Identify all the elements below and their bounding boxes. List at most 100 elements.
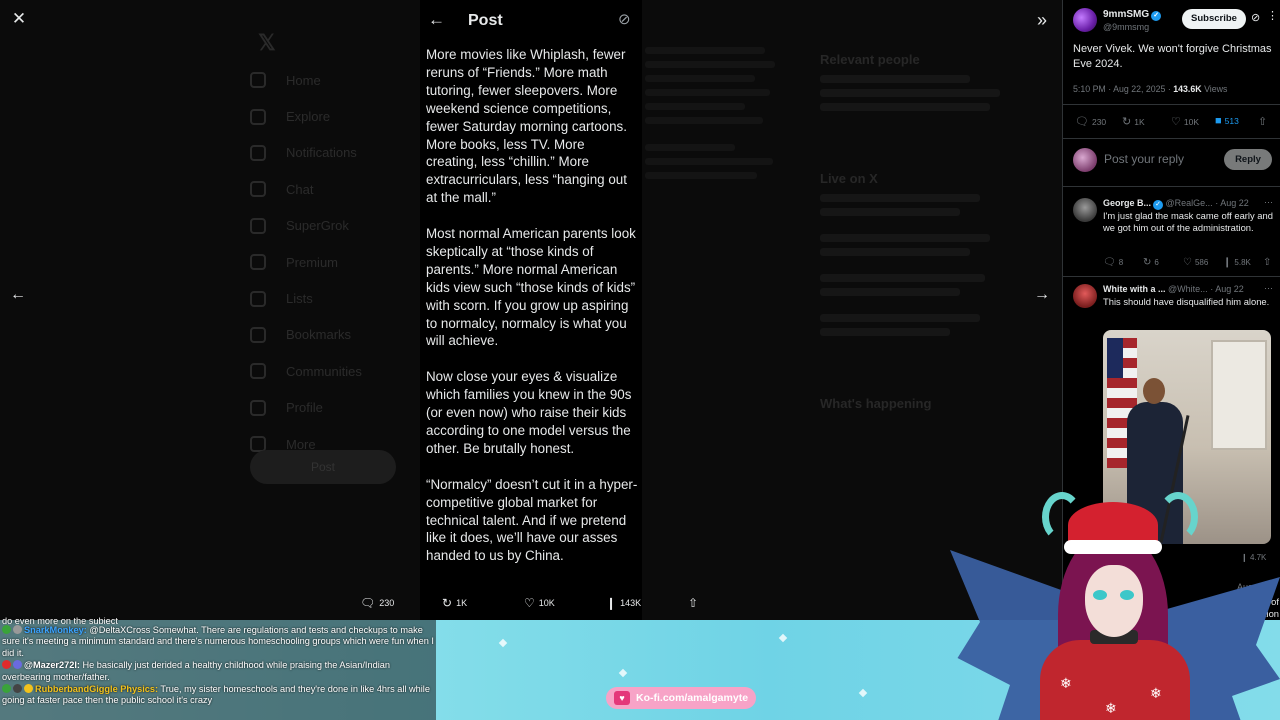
next-media-button[interactable]: → [1030,283,1054,307]
reply-header: White with a ... @White... · Aug 22 ⋯ [1103,283,1273,294]
reply-text: This should have disqualified him alone. [1103,296,1270,307]
views-button[interactable]: ❙ 143K [606,596,641,610]
avatar[interactable] [1073,198,1097,222]
share-icon: ⇧ [1263,257,1272,268]
repost-button[interactable]: ↻ 1K [442,596,467,610]
repost-icon: ↻ [442,596,453,610]
bg-nav-notifications: Notifications [250,135,410,171]
previous-media-button[interactable]: ← [6,283,30,307]
article-title: Post [468,12,503,29]
comment-icon: 🗨︎ [360,596,376,610]
bg-nav-home: Home [250,62,410,98]
post-author-header: 9mmSMG ✓ @9mmsmg Subscribe ⊘ ⋮ [1071,8,1278,34]
reply-action-bar: 🗨︎ 8 ↻ 6 ♡ 586 ❙ 5.8K ⇧ [1103,257,1275,269]
views-chart-icon: ❙ [606,596,617,610]
bg-post-button: Post [250,450,396,484]
views-button[interactable]: ❙ 5.8K [1223,257,1251,268]
badge-icon [2,684,11,694]
article-panel: ← Post ⊘ More movies like Whiplash, fewe… [420,0,642,620]
divider [1063,276,1280,277]
bookmark-icon: ■ [1215,115,1222,127]
reply-button[interactable]: 🗨︎ 230 [360,596,394,610]
share-button[interactable]: ⇧ [688,596,702,610]
close-modal-button[interactable]: ✕ [7,7,31,31]
share-icon: ⇧ [688,596,699,610]
reply-text: I'm just glad the mask came off early an… [1103,210,1273,234]
article-paragraph: “Normalcy” doesn’t cut it in a hyper-com… [426,476,638,564]
repost-icon: ↻ [1143,257,1152,268]
bg-nav-bookmarks: Bookmarks [250,317,410,353]
reply-header: George B... ✓ @RealGe... · Aug 22 ⋯ [1103,197,1273,210]
kofi-cup-icon: ♥ [614,691,630,705]
badge-icon [13,684,22,694]
stream-chat: do even more on the subject SnarkMonkey:… [0,616,436,720]
chat-message: do even more on the subject [2,616,118,624]
divider [1063,138,1280,139]
bg-nav-explore: Explore [250,98,410,134]
reply-button[interactable]: 🗨︎ 8 [1103,257,1123,268]
like-button[interactable]: ♡ 10K [1171,115,1199,128]
bg-whats-happening: What's happening [820,396,932,411]
more-options-icon[interactable]: ⋯ [1264,283,1273,294]
chat-message: @Mazer272l: He basically just derided a … [2,660,390,682]
bg-nav-profile: Profile [250,390,410,426]
repost-icon: ↻ [1122,116,1132,128]
reply-submit-button[interactable]: Reply [1224,149,1272,170]
reply-tweet[interactable]: White with a ... @White... · Aug 22 ⋯ Thi… [1073,283,1273,324]
bg-nav-lists: Lists [250,280,410,316]
snowflake-icon: ❄ [1150,685,1162,701]
reply-tweet[interactable]: George B... ✓ @RealGe... · Aug 22 ⋯ I'm ju… [1073,197,1275,270]
grok-icon[interactable]: ⊘ [1251,11,1260,24]
avatar[interactable] [1073,284,1097,308]
bookmark-button[interactable]: ■ 513 [1215,115,1239,127]
grok-icon[interactable]: ⊘ [618,10,631,28]
share-icon: ⇧ [1258,116,1268,128]
author-name[interactable]: 9mmSMG ✓ [1103,9,1162,21]
post-action-bar: 🗨︎ 230 ↻ 1K ♡ 10K ■ 513 ⇧ [1075,115,1275,129]
reply-button[interactable]: 🗨︎ 230 [1075,115,1106,128]
arrow-left-icon: ← [10,286,26,303]
kofi-link[interactable]: ♥ Ko-fi.com/amalgamyte [606,687,756,709]
verified-badge-icon: ✓ [1153,200,1164,210]
like-button[interactable]: ♡ 586 [1183,257,1208,268]
badge-icon [24,684,33,694]
post-text: Never Vivek. We won't forgive Christmas … [1073,43,1272,70]
chat-message: SnarkMonkey: @DeltaXCross Somewhat. Ther… [2,625,434,658]
repost-button[interactable]: ↻ 6 [1143,257,1159,268]
share-button[interactable]: ⇧ [1258,115,1270,128]
article-body: More movies like Whiplash, fewer reruns … [426,46,638,583]
vtuber-avatar: ❄ ❄ ❄ [940,470,1280,720]
author-handle[interactable]: @9mmsmg [1103,22,1149,32]
back-arrow-icon[interactable]: ← [428,10,448,30]
double-chevron-right-icon: » [1036,9,1047,30]
heart-icon: ♡ [1171,116,1181,128]
reply-input[interactable]: Post your reply [1104,152,1184,166]
views-chart-icon: ❙ [1223,257,1232,268]
article-paragraph: More movies like Whiplash, fewer reruns … [426,47,627,206]
more-options-icon[interactable]: ⋮ [1267,9,1278,22]
verified-badge-icon: ✓ [1151,11,1162,21]
bg-relevant-people: Relevant people [820,52,920,67]
post-meta: 5:10 PM · Aug 22, 2025 · 143.6K Views [1073,84,1228,94]
modal-action-bar: 🗨︎ 230 ↻ 1K ♡ 10K ❙ 143K ⇧ [350,596,710,616]
divider [1063,104,1280,105]
heart-icon: ♡ [1183,257,1192,268]
avatar[interactable] [1073,8,1097,32]
repost-button[interactable]: ↻ 1K [1122,115,1145,128]
background-nav: 𝕏 Home Explore Notifications Chat SuperG… [250,30,410,462]
subscribe-button[interactable]: Subscribe [1182,9,1246,29]
avatar [1073,148,1097,172]
heart-icon: ♡ [524,596,535,610]
article-header: ← Post ⊘ [420,0,642,42]
share-button[interactable]: ⇧ [1263,257,1274,268]
badge-icon [2,625,11,634]
badge-icon [13,660,22,670]
collapse-sidebar-button[interactable]: » [1030,8,1054,32]
snowflake-icon: ❄ [1105,700,1117,716]
youtube-icon [2,660,11,670]
bg-live-on-x: Live on X [820,171,878,186]
like-button[interactable]: ♡ 10K [524,596,555,610]
bg-nav-premium: Premium [250,244,410,280]
badge-icon [13,625,22,634]
more-options-icon[interactable]: ⋯ [1264,197,1273,208]
